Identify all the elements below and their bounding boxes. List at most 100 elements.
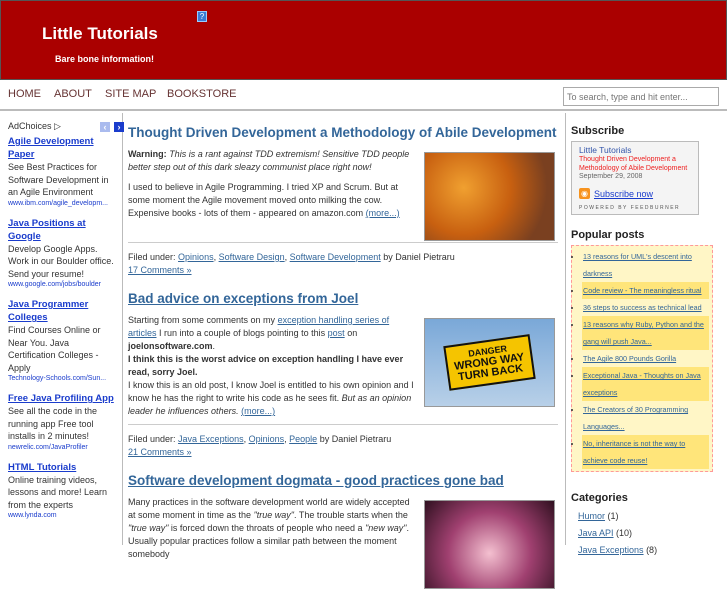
ad-description: See Best Practices for Software Developm… xyxy=(8,162,109,197)
post-title[interactable]: Bad advice on exceptions from Joel xyxy=(128,291,358,306)
ad-item: Java Positions at Google Develop Google A… xyxy=(8,217,114,291)
post-excerpt: I used to believe in Agile Programming. … xyxy=(128,182,398,218)
post-text: "new way" xyxy=(365,523,407,533)
ad-title-link[interactable]: Java Positions at Google xyxy=(8,217,114,243)
popular-post-item: 13 reasons why Ruby, Python and the gang… xyxy=(582,316,709,350)
feed-latest-post[interactable]: Thought Driven Development a Methodology… xyxy=(579,155,691,173)
category-count: (10) xyxy=(616,528,633,538)
popular-post-item: The Creators of 30 Programming Languages… xyxy=(582,401,709,435)
post-text: I run into a couple of blogs pointing to… xyxy=(159,328,326,338)
site-tagline: Bare bone information! xyxy=(55,54,155,64)
ad-description: Online training videos, lessons and more… xyxy=(8,474,108,510)
post-text: "true way" xyxy=(128,523,169,533)
popular-post-link[interactable]: The Creators of 30 Programming Languages… xyxy=(583,405,688,431)
site-title[interactable]: Little Tutorials xyxy=(42,24,158,44)
post: Software development dogmata - good prac… xyxy=(128,473,558,589)
feedburner-widget: Little Tutorials Thought Driven Developm… xyxy=(571,141,699,215)
popular-post-link[interactable]: No, inheritance is not the way to achiev… xyxy=(583,439,685,465)
categories-heading: Categories xyxy=(571,492,628,504)
popular-post-link[interactable]: Exceptional Java - Thoughts on Java exce… xyxy=(583,371,701,397)
category-link[interactable]: Opinions xyxy=(249,434,285,444)
ad-url[interactable]: www.google.com/jobs/boulder xyxy=(8,280,114,290)
post-text: "true way" xyxy=(253,510,294,520)
post-title[interactable]: Thought Driven Development a Methodology… xyxy=(128,125,557,140)
category-count: (1) xyxy=(607,511,619,521)
rss-icon[interactable]: ◉ xyxy=(579,188,590,199)
category-link[interactable]: Opinions xyxy=(178,252,214,262)
ad-item: Java Programmer Colleges Find Courses Onl… xyxy=(8,298,114,384)
author: by Daniel Pietraru xyxy=(319,434,392,444)
post: Thought Driven Development a Methodology… xyxy=(128,125,558,275)
ad-url[interactable]: Technology-Schools.com/Sun... xyxy=(8,374,114,384)
ad-title-link[interactable]: Free Java Profiling App xyxy=(8,392,114,405)
post-text: . The trouble starts when the xyxy=(293,510,408,520)
category-count: (8) xyxy=(646,545,658,555)
popular-post-item: The Agile 800 Pounds Gorilla xyxy=(582,350,709,367)
ad-prev-icon[interactable]: ‹ xyxy=(100,122,110,132)
category-link[interactable]: Humor xyxy=(578,511,605,521)
popular-post-item: 13 reasons for UML's descent into darkne… xyxy=(582,248,709,282)
ad-item: Free Java Profiling App See all the code … xyxy=(8,392,114,453)
help-icon[interactable]: ? xyxy=(197,11,207,22)
ad-title-link[interactable]: Agile Development Paper xyxy=(8,135,114,161)
filed-under-label: Filed under: xyxy=(128,252,176,262)
ad-description: See all the code in the running app Free… xyxy=(8,406,98,441)
subscribe-now-link[interactable]: Subscribe now xyxy=(594,189,653,199)
comments-link[interactable]: 17 Comments » xyxy=(128,265,192,275)
ad-url[interactable]: newrelic.com/JavaProfiler xyxy=(8,443,114,453)
category-link[interactable]: Software Development xyxy=(290,252,381,262)
popular-post-item: No, inheritance is not the way to achiev… xyxy=(582,435,709,469)
ad-column: AdChoices ▷ ‹ › Agile Development Paper S… xyxy=(0,113,124,545)
ad-url[interactable]: www.lynda.com xyxy=(8,511,114,521)
post-text: on xyxy=(347,328,358,338)
read-more-link[interactable]: (more...) xyxy=(241,406,275,416)
category-link[interactable]: People xyxy=(289,434,317,444)
filed-under-label: Filed under: xyxy=(128,434,176,444)
post-text: is forced down the throats of people who… xyxy=(170,523,363,533)
popular-post-link[interactable]: 36 steps to success as technical lead xyxy=(583,303,702,312)
popular-post-item: Exceptional Java - Thoughts on Java exce… xyxy=(582,367,709,401)
ad-description: Find Courses Online or Near You. Java Ce… xyxy=(8,325,101,373)
nav-site-map[interactable]: SITE MAP xyxy=(105,88,156,100)
popular-post-item: 36 steps to success as technical lead xyxy=(582,299,709,316)
category-item: Java API (10) xyxy=(571,525,722,542)
adchoices-label[interactable]: AdChoices ▷ xyxy=(8,121,61,131)
category-link[interactable]: Java Exceptions xyxy=(578,545,644,555)
popular-post-link[interactable]: Code review - The meaningless ritual xyxy=(583,286,702,295)
feed-title[interactable]: Little Tutorials xyxy=(579,145,691,155)
category-link[interactable]: Java Exceptions xyxy=(178,434,244,444)
author: by Daniel Pietraru xyxy=(383,252,455,262)
post-title[interactable]: Software development dogmata - good prac… xyxy=(128,473,504,488)
warning-label: Warning: xyxy=(128,149,167,159)
nav-about[interactable]: ABOUT xyxy=(54,88,92,100)
post-list: Thought Driven Development a Methodology… xyxy=(128,125,558,598)
popular-post-link[interactable]: 13 reasons for UML's descent into darkne… xyxy=(583,252,692,278)
post-text: I think this is the worst advice on exce… xyxy=(128,354,404,377)
ad-next-icon[interactable]: › xyxy=(114,122,124,132)
category-link[interactable]: Software Design xyxy=(219,252,285,262)
post-text: Starting from some comments on my xyxy=(128,315,276,325)
danger-sign-image: DANGER WRONG WAY TURN BACK xyxy=(424,318,555,407)
search-input[interactable] xyxy=(563,87,719,106)
ad-title-link[interactable]: HTML Tutorials xyxy=(8,461,114,474)
ad-item: Agile Development Paper See Best Practice… xyxy=(8,135,114,209)
post-link[interactable]: post xyxy=(328,328,345,338)
ad-title-link[interactable]: Java Programmer Colleges xyxy=(8,298,114,324)
popular-post-link[interactable]: 13 reasons why Ruby, Python and the gang… xyxy=(583,320,704,346)
site-header: ? Little Tutorials Bare bone information… xyxy=(0,0,727,80)
ad-url[interactable]: www.ibm.com/agile_developm... xyxy=(8,199,114,209)
popular-post-link[interactable]: The Agile 800 Pounds Gorilla xyxy=(583,354,676,363)
popular-post-item: Code review - The meaningless ritual xyxy=(582,282,709,299)
ad-item: HTML Tutorials Online training videos, le… xyxy=(8,461,114,522)
warning-text: This is a rant against TDD extremism! Se… xyxy=(128,149,410,172)
read-more-link[interactable]: (more...) xyxy=(366,208,400,218)
nav-home[interactable]: HOME xyxy=(8,88,41,100)
powered-by-label: POWERED BY FEEDBURNER xyxy=(579,205,681,211)
right-sidebar: Subscribe Little Tutorials Thought Drive… xyxy=(565,113,727,555)
popular-posts-list: 13 reasons for UML's descent into darkne… xyxy=(571,245,713,472)
popular-posts-heading: Popular posts xyxy=(571,229,645,241)
categories-list: Humor (1) Java API (10) Java Exceptions (8… xyxy=(571,508,722,559)
category-link[interactable]: Java API xyxy=(578,528,614,538)
comments-link[interactable]: 21 Comments » xyxy=(128,447,192,457)
nav-bookstore[interactable]: BOOKSTORE xyxy=(167,88,236,100)
